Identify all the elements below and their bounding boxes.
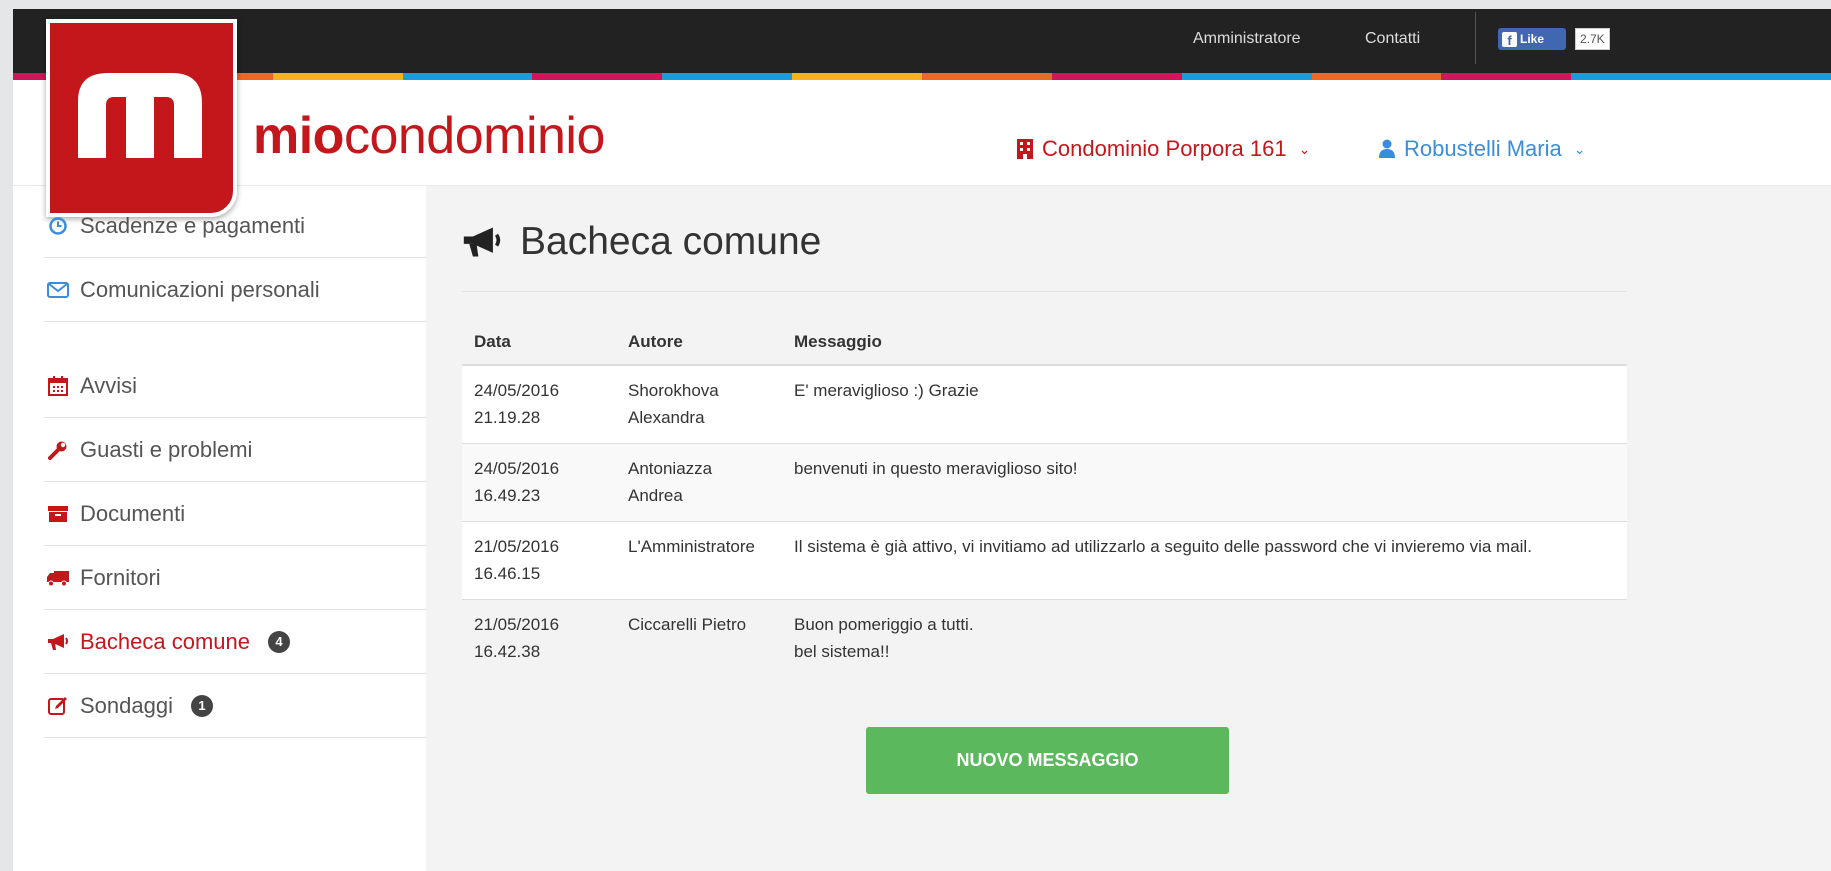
facebook-like-button[interactable]: f Like [1498, 28, 1566, 50]
sidebar-item-label: Bacheca comune [80, 628, 250, 654]
time-text: 16.42.38 [474, 642, 541, 661]
message-cell: Buon pomeriggio a tutti. bel sistema!! [782, 599, 1627, 677]
table-header-row: Data Autore Messaggio [462, 322, 1627, 366]
facebook-icon: f [1502, 31, 1517, 48]
message-cell: E' meraviglioso :) Grazie [782, 365, 1627, 444]
condominio-name: Condominio Porpora 161 [1042, 136, 1287, 161]
message-cell: benvenuti in questo meraviglioso sito! [782, 443, 1627, 522]
color-stripe [13, 73, 1831, 80]
user-name: Robustelli Maria [1404, 136, 1562, 161]
admin-link[interactable]: Amministratore [1193, 30, 1301, 48]
new-message-button[interactable]: NUOVO MESSAGGIO [866, 727, 1229, 794]
envelope-icon [46, 281, 70, 298]
logo-mark[interactable] [46, 19, 237, 217]
sidebar-item-label: Sondaggi [80, 692, 173, 718]
clock-icon [46, 216, 70, 235]
sidebar-item-comunicazioni[interactable]: Comunicazioni personali [44, 258, 426, 322]
building-icon [1017, 139, 1033, 159]
author-cell: Shorokhova Alexandra [616, 365, 782, 444]
time-text: 16.46.15 [474, 564, 541, 583]
column-header: Data [462, 322, 616, 366]
archive-icon [46, 505, 70, 523]
user-icon [1379, 139, 1395, 158]
user-menu[interactable]: Robustelli Maria ⌄ [1378, 136, 1585, 162]
table-row[interactable]: 24/05/2016 16.49.23 Antoniazza Andrea ben… [462, 443, 1627, 522]
date-cell: 24/05/2016 21.19.28 [462, 365, 616, 444]
date-cell: 21/05/2016 16.46.15 [462, 521, 616, 600]
calendar-icon [46, 375, 70, 396]
bullhorn-icon [463, 227, 501, 257]
chevron-down-icon: ⌄ [1298, 140, 1311, 157]
date-text: 24/05/2016 [474, 381, 560, 400]
sidebar-item-avvisi[interactable]: Avvisi [44, 354, 426, 418]
message-cell: Il sistema è già attivo, vi invitiamo ad… [782, 521, 1627, 600]
contact-link[interactable]: Contatti [1365, 30, 1420, 48]
author-cell: Antoniazza Andrea [616, 443, 782, 522]
sidebar-item-label: Avvisi [80, 372, 138, 398]
sidebar-item-fornitori[interactable]: Fornitori [44, 546, 426, 610]
sidebar-item-label: Guasti e problemi [80, 436, 253, 462]
brand-rest: condominio [343, 107, 605, 165]
message-line: bel sistema!! [794, 642, 890, 661]
title-divider [462, 291, 1627, 292]
author-cell: Ciccarelli Pietro [616, 599, 782, 677]
condominio-selector[interactable]: Condominio Porpora 161 ⌄ [1016, 136, 1310, 162]
page-title-text: Bacheca comune [520, 220, 822, 263]
column-header: Autore [616, 322, 782, 366]
messages-table: Data Autore Messaggio 24/05/2016 21.19.28… [462, 322, 1627, 677]
table-row[interactable]: 21/05/2016 16.42.38 Ciccarelli Pietro Buo… [462, 599, 1627, 677]
brand-wordmark: miocondominio [253, 106, 605, 166]
date-text: 21/05/2016 [474, 537, 560, 556]
table-row[interactable]: 21/05/2016 16.46.15 L'Amministratore Il s… [462, 521, 1627, 600]
unread-count-badge: 4 [268, 630, 290, 653]
date-cell: 21/05/2016 16.42.38 [462, 599, 616, 677]
top-bar: Amministratore Contatti f Like 2.7K [13, 9, 1831, 79]
sidebar-item-scadenze[interactable]: Scadenze e pagamenti [44, 194, 426, 258]
topbar-divider [1475, 12, 1476, 64]
time-text: 16.49.23 [474, 486, 541, 505]
edit-icon [46, 696, 70, 716]
sidebar-item-guasti[interactable]: Guasti e problemi [44, 418, 426, 482]
sidebar-item-label: Fornitori [80, 564, 161, 590]
date-cell: 24/05/2016 16.49.23 [462, 443, 616, 522]
brand-bold: mio [253, 107, 344, 165]
column-header: Messaggio [782, 322, 1627, 366]
sidebar-item-label: Scadenze e pagamenti [80, 212, 306, 238]
time-text: 21.19.28 [474, 408, 541, 427]
author-cell: L'Amministratore [616, 521, 782, 600]
sidebar-nav: Scadenze e pagamenti Comunicazioni perso… [44, 194, 426, 738]
logo-m-icon [78, 73, 202, 158]
date-text: 21/05/2016 [474, 615, 560, 634]
fb-like-label: Like [1520, 32, 1545, 46]
fb-like-count: 2.7K [1575, 28, 1610, 50]
date-text: 24/05/2016 [474, 459, 560, 478]
app-frame: Amministratore Contatti f Like 2.7K mioc… [13, 9, 1831, 871]
chevron-down-icon: ⌄ [1573, 140, 1586, 157]
bullhorn-icon [46, 633, 70, 651]
message-line: Buon pomeriggio a tutti. [794, 615, 974, 634]
sidebar-item-documenti[interactable]: Documenti [44, 482, 426, 546]
page-title: Bacheca comune [462, 220, 821, 264]
sidebar-item-label: Comunicazioni personali [80, 276, 320, 302]
sidebar-item-bacheca[interactable]: Bacheca comune 4 [44, 610, 426, 674]
sidebar-item-label: Documenti [80, 500, 186, 526]
table-row[interactable]: 24/05/2016 21.19.28 Shorokhova Alexandra … [462, 365, 1627, 444]
unread-count-badge: 1 [190, 694, 213, 717]
truck-icon [46, 569, 70, 587]
wrench-icon [46, 440, 70, 460]
sidebar-item-sondaggi[interactable]: Sondaggi 1 [44, 674, 426, 738]
main-content: Bacheca comune Data Autore Messaggio 24/… [426, 186, 1831, 871]
